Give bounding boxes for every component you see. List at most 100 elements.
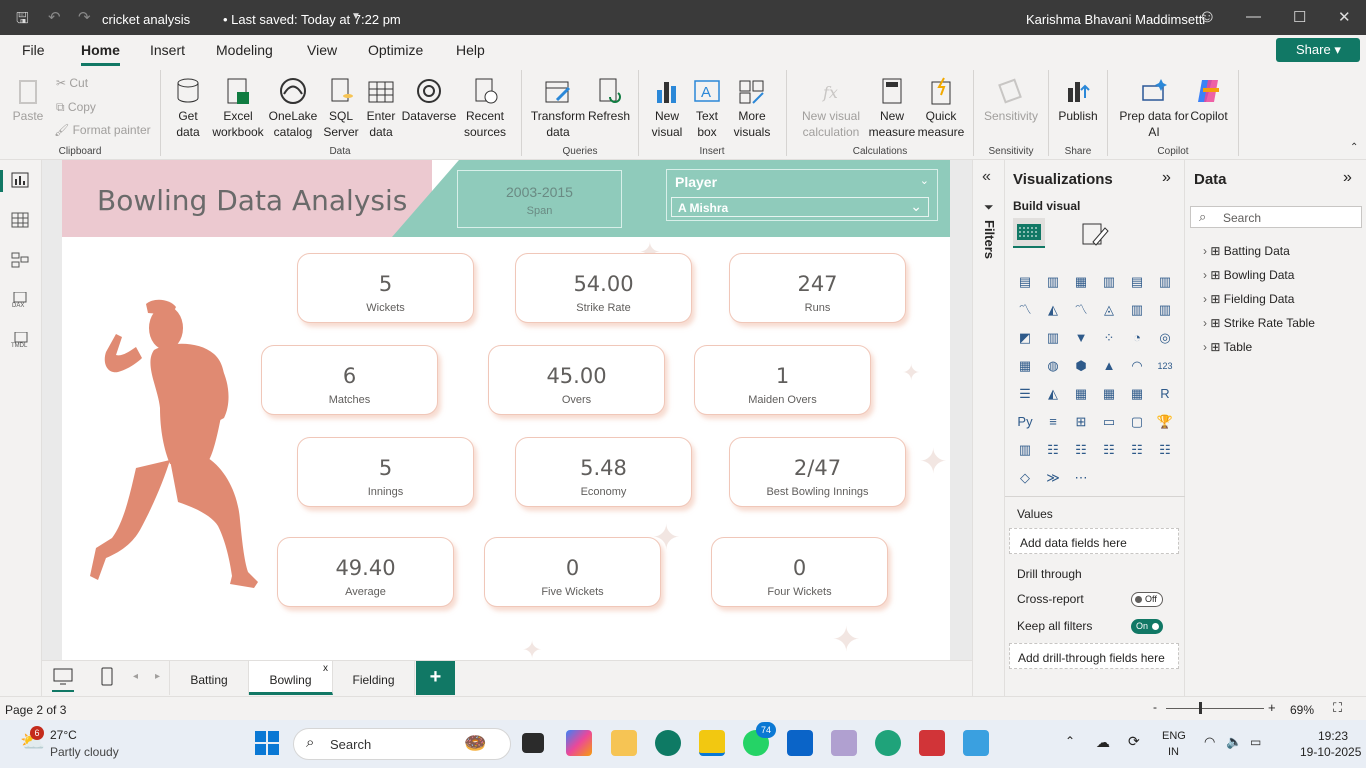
more-options-icon[interactable]: ≫: [1043, 468, 1063, 488]
menu-modeling[interactable]: Modeling: [216, 42, 273, 58]
sql-server-button[interactable]: SQL Server: [320, 76, 362, 140]
fit-to-page-icon[interactable]: ⛶: [1333, 700, 1342, 716]
kpi-icon[interactable]: ◭: [1043, 384, 1063, 404]
collapse-chevron-icon[interactable]: »: [1343, 169, 1352, 187]
language-2[interactable]: IN: [1168, 746, 1179, 758]
paste-button[interactable]: Paste: [10, 76, 46, 124]
paginated-icon[interactable]: ▥: [1015, 440, 1035, 460]
kpi-card-average[interactable]: 49.40 Average: [277, 537, 454, 607]
ribbon-icon[interactable]: ◩: [1015, 328, 1035, 348]
new-measure-button[interactable]: New measure: [868, 76, 916, 140]
get-data-button[interactable]: Get data: [168, 76, 208, 140]
kpi-card-strike-rate[interactable]: 54.00 Strike Rate: [515, 253, 692, 323]
narrative-icon[interactable]: ▢: [1127, 412, 1147, 432]
100-area-icon[interactable]: ◬: [1099, 300, 1119, 320]
snipping-tool-icon[interactable]: [831, 730, 857, 756]
slicer-new-icon[interactable]: ☷: [1127, 440, 1147, 460]
kpi-card-maiden-overs[interactable]: 1 Maiden Overs: [694, 345, 871, 415]
drill-through-drop-zone[interactable]: Add drill-through fields here: [1009, 643, 1179, 669]
kpi-card-innings[interactable]: 5 Innings: [297, 437, 474, 507]
next-page-icon[interactable]: ▸: [155, 671, 160, 682]
goals-icon[interactable]: 🏆: [1155, 412, 1175, 432]
table-item-fielding-data[interactable]: › ⊞ Fielding Data: [1203, 292, 1294, 306]
r-visual-icon[interactable]: R: [1155, 384, 1175, 404]
sensitivity-button[interactable]: Sensitivity: [982, 76, 1040, 124]
start-button[interactable]: [254, 730, 280, 756]
wifi-icon[interactable]: ◠: [1204, 734, 1215, 750]
chevron-down-icon[interactable]: ▼: [351, 11, 361, 22]
slicer-collapse-icon[interactable]: ⌄: [920, 174, 929, 187]
menu-help[interactable]: Help: [456, 42, 485, 58]
line-clustered-icon[interactable]: ▥: [1155, 300, 1175, 320]
tab-fielding[interactable]: Fielding: [333, 661, 415, 695]
cross-report-toggle[interactable]: Off: [1131, 592, 1163, 607]
button-slicer-icon[interactable]: ☷: [1155, 440, 1175, 460]
edge-icon[interactable]: [655, 730, 681, 756]
area-icon[interactable]: ◭: [1043, 300, 1063, 320]
text-box-button[interactable]: A Text box: [688, 76, 726, 140]
azure-map-icon[interactable]: ▲: [1099, 356, 1119, 376]
filled-map-icon[interactable]: ⬢: [1071, 356, 1091, 376]
clock-time[interactable]: 19:23: [1318, 729, 1348, 743]
copy-button[interactable]: ⧉ Copy: [56, 100, 96, 115]
table-view-icon[interactable]: [11, 212, 31, 228]
filters-pane-collapsed[interactable]: « ⏷ Filters: [972, 160, 1005, 696]
matrix-icon[interactable]: ▦: [1127, 384, 1147, 404]
donut-icon[interactable]: ◎: [1155, 328, 1175, 348]
close-tab-icon[interactable]: x: [323, 663, 328, 674]
maximize-icon[interactable]: ☐: [1293, 8, 1306, 26]
transform-data-button[interactable]: Transform data: [530, 76, 586, 140]
card-icon[interactable]: 123: [1155, 356, 1175, 376]
system-tray-chevron-icon[interactable]: ⌃: [1065, 734, 1075, 748]
onedrive-icon[interactable]: ☁: [1096, 734, 1110, 751]
kpi-card-runs[interactable]: 247 Runs: [729, 253, 906, 323]
format-painter-button[interactable]: 🖌 Format painter: [54, 123, 151, 137]
decomposition-tree-icon[interactable]: ⊞: [1071, 412, 1091, 432]
minimize-icon[interactable]: —: [1246, 8, 1261, 25]
language-1[interactable]: ENG: [1162, 730, 1186, 742]
copilot-app-icon[interactable]: [566, 730, 592, 756]
power-bi-visual-icon[interactable]: ◇: [1015, 468, 1035, 488]
zoom-slider-track[interactable]: [1166, 708, 1264, 709]
copilot-button[interactable]: Copilot: [1186, 76, 1232, 124]
taskbar-search[interactable]: ⌕ Search 🍩: [293, 728, 511, 760]
notepad-icon[interactable]: [963, 730, 989, 756]
share-button[interactable]: Share ▾: [1276, 38, 1360, 62]
build-visual-tab[interactable]: [1013, 218, 1045, 248]
format-visual-tab[interactable]: [1081, 220, 1111, 248]
waterfall-icon[interactable]: ▥: [1043, 328, 1063, 348]
gauge-icon[interactable]: ◠: [1127, 356, 1147, 376]
funnel-icon[interactable]: ▼: [1071, 328, 1091, 348]
tab-bowling[interactable]: Bowling x: [249, 661, 333, 695]
file-explorer-icon[interactable]: [611, 730, 637, 756]
collapse-ribbon-icon[interactable]: ⌃: [1350, 142, 1358, 153]
onelake-catalog-button[interactable]: OneLake catalog: [268, 76, 318, 140]
mobile-layout-icon[interactable]: [100, 667, 114, 687]
table-item-bowling-data[interactable]: › ⊞ Bowling Data: [1203, 268, 1294, 282]
add-page-button[interactable]: +: [416, 661, 455, 695]
kpi-card-best-bowling-innings[interactable]: 2/47 Best Bowling Innings: [729, 437, 906, 507]
new-visual-button[interactable]: New visual: [646, 76, 688, 140]
line-column-icon[interactable]: ▥: [1127, 300, 1147, 320]
zoom-out-button[interactable]: -: [1153, 700, 1157, 714]
redo-icon[interactable]: ↷: [78, 8, 91, 26]
pie-icon[interactable]: ◔: [1127, 328, 1147, 348]
sync-icon[interactable]: ⟳: [1128, 733, 1140, 750]
dataverse-button[interactable]: Dataverse: [401, 76, 457, 124]
task-view-icon[interactable]: [522, 733, 544, 753]
treemap-icon[interactable]: ▦: [1015, 356, 1035, 376]
kpi-card-overs[interactable]: 45.00 Overs: [488, 345, 665, 415]
cut-button[interactable]: ✂ Cut: [56, 76, 88, 90]
report-view-icon[interactable]: [11, 172, 31, 188]
weather-icon[interactable]: ⛅ 6: [16, 726, 45, 755]
kpi-card-economy[interactable]: 5.48 Economy: [515, 437, 692, 507]
key-influencers-icon[interactable]: ≡: [1043, 412, 1063, 432]
edge-dev-icon[interactable]: [875, 730, 901, 756]
desktop-layout-icon[interactable]: [52, 667, 74, 687]
zoom-in-button[interactable]: +: [1268, 700, 1276, 715]
power-bi-icon[interactable]: [699, 730, 725, 756]
new-visual-calculation-button[interactable]: fx New visual calculation: [798, 76, 864, 140]
data-search-input[interactable]: ⌕ Search: [1190, 206, 1362, 228]
table-item-table[interactable]: › ⊞ Table: [1203, 340, 1252, 354]
card-new-icon[interactable]: ☷: [1099, 440, 1119, 460]
